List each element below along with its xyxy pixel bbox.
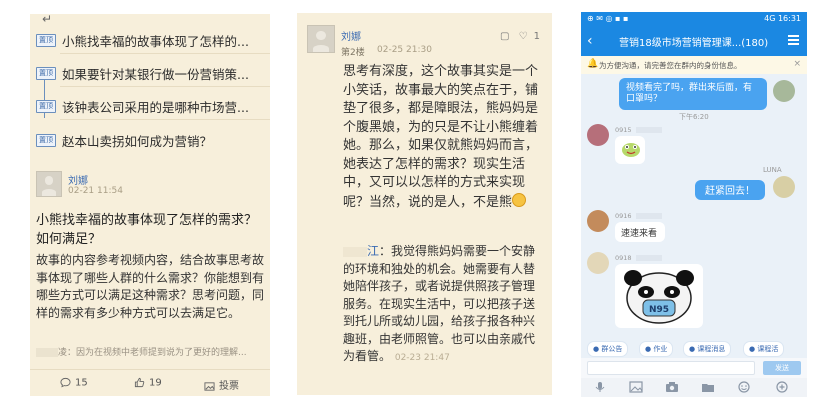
more-icon[interactable]	[775, 381, 789, 393]
topic-title[interactable]: 小熊找幸福的故事体现了怎样的...	[62, 31, 267, 50]
group-chat-screen: ⊕ ✉ ◎ ▪ ▪ 4G 16:31 ‹ 营销18级市场营销管理课...(180…	[581, 12, 807, 397]
divider	[60, 53, 270, 54]
course-message-chip[interactable]: ● 课程消息	[683, 341, 732, 357]
pinned-badge: 置顶	[36, 134, 56, 147]
announcement-chip[interactable]: ● 群公告	[587, 341, 629, 357]
chat-title: 营销18级市场营销管理课...(180)	[619, 38, 769, 49]
post-body: 故事的内容参考视频内容，结合故事思考故事体现了哪些人群的什么需求？你能想到有哪些…	[36, 253, 265, 320]
divider	[60, 86, 270, 87]
reply-actions: ▢ ♡ 1	[494, 31, 540, 42]
topic-item[interactable]: 置顶 该钟表公司采用的是哪种市场营...	[30, 90, 270, 120]
status-icons: ⊕ ✉ ◎ ▪ ▪	[587, 14, 629, 23]
avatar[interactable]	[587, 210, 609, 232]
reply-body: 思考有深度，这个故事其实是一个小笑话，故事最大的笑点在于，铺垫了很多，都是障眼法…	[343, 64, 539, 210]
topic-item[interactable]: 置顶 赵本山卖拐如何成为营销？	[30, 124, 270, 154]
pinned-badge: 置顶	[36, 100, 56, 113]
comment-icon[interactable]: ▢	[500, 31, 509, 42]
like-count: 1	[533, 31, 540, 42]
topic-item[interactable]: 置顶 小熊找幸福的故事体现了怎样的...	[30, 24, 270, 54]
camera-icon[interactable]	[665, 381, 679, 393]
sender-name: 0916	[615, 212, 662, 220]
redacted-name	[343, 246, 367, 257]
status-bar: ⊕ ✉ ◎ ▪ ▪ 4G 16:31	[581, 12, 807, 26]
vote-button[interactable]: 投票	[204, 377, 239, 392]
sticker-message[interactable]: N95	[615, 264, 703, 328]
image-icon	[204, 381, 215, 391]
reply-detail-panel: 刘娜 第2楼 02-25 21:30 ▢ ♡ 1 思考有深度，这个故事其实是一个小…	[297, 13, 552, 395]
author-name[interactable]: 刘娜	[68, 172, 88, 187]
post-title: 小熊找幸福的故事体现了怎样的需求？如何满足？	[36, 213, 258, 247]
pinned-badge: 置顶	[36, 34, 56, 47]
sender-name: 0915	[615, 126, 662, 134]
homework-chip[interactable]: ● 作业	[639, 341, 674, 357]
sender-name: 0918	[615, 254, 662, 262]
topic-title[interactable]: 该钟表公司采用的是哪种市场营...	[62, 97, 267, 116]
avatar[interactable]	[307, 25, 335, 53]
divider	[60, 119, 270, 120]
avatar[interactable]	[587, 124, 609, 146]
voice-icon[interactable]	[593, 381, 607, 393]
quoted-reply: 江：我觉得熊妈妈需要一个安静的环境和独处的机会。她需要有人替她陪伴孩子，或者说提…	[343, 243, 543, 368]
topic-title[interactable]: 赵本山卖拐如何成为营销？	[62, 131, 267, 150]
sticker-message[interactable]	[615, 136, 645, 164]
reply-preview[interactable]: 凌：因为在视频中老师提到说为了更好的理解...	[36, 345, 247, 358]
redacted-name	[36, 348, 58, 357]
panda-mask-sticker-icon: N95	[624, 270, 694, 324]
notice-text: 为方便沟通，请完善您在群内的身份信息。	[599, 61, 742, 70]
quoted-body: ：我觉得熊妈妈需要一个安静的环境和独处的机会。她需要有人替她陪伴孩子，或者说提供…	[343, 244, 536, 363]
menu-icon[interactable]	[788, 35, 799, 45]
message-bubble[interactable]: 赶紧回去！	[695, 180, 765, 200]
input-bar: 发送	[581, 358, 807, 378]
avatar[interactable]	[773, 176, 795, 198]
like-button[interactable]: ♡ 1	[519, 31, 540, 42]
quoted-author[interactable]: 江	[367, 244, 379, 258]
message-input[interactable]	[587, 361, 755, 375]
chat-header: ‹ 营销18级市场营销管理课...(180)	[581, 26, 807, 56]
post-time: 02-21 11:54	[68, 186, 123, 196]
like-button[interactable]: 19	[134, 377, 162, 389]
avatar[interactable]	[36, 171, 62, 197]
input-toolbar	[581, 378, 807, 397]
frog-sticker-icon	[622, 143, 640, 157]
avatar[interactable]	[773, 80, 795, 102]
quoted-time: 02-23 21:47	[394, 353, 450, 363]
topic-item[interactable]: 置顶 如果要针对某银行做一份营销策...	[30, 57, 270, 87]
image-icon[interactable]	[629, 381, 643, 393]
comment-icon	[60, 377, 71, 388]
avatar[interactable]	[587, 252, 609, 274]
group-notice[interactable]: 🔔 为方便沟通，请完善您在群内的身份信息。 ×	[581, 56, 807, 74]
pinned-badge: 置顶	[36, 67, 56, 80]
emoji-icon[interactable]	[737, 381, 751, 393]
message-bubble[interactable]: 速速来看	[615, 222, 665, 242]
post-actions: 15 19 投票	[30, 369, 270, 396]
mask-label: N95	[649, 305, 669, 315]
folder-icon[interactable]	[701, 381, 715, 393]
message-time: 下午6:20	[679, 113, 709, 121]
back-arrow-icon[interactable]: ‹	[587, 33, 593, 49]
sender-label: LUNA	[763, 166, 782, 174]
reply-time: 02-25 21:30	[377, 45, 432, 55]
close-icon[interactable]: ×	[793, 59, 801, 69]
course-activity-chip[interactable]: ● 课程活	[743, 341, 785, 357]
message-bubble[interactable]: 视频看完了吗，群出来后面，有口罩吗？	[619, 78, 767, 110]
topic-title[interactable]: 如果要针对某银行做一份营销策...	[62, 64, 267, 83]
send-button[interactable]: 发送	[763, 361, 801, 375]
thumbs-up-icon	[134, 377, 145, 388]
author-name[interactable]: 刘娜	[341, 28, 361, 43]
topic-list-panel: ↵ 置顶 小熊找幸福的故事体现了怎样的... 置顶 如果要针对某银行做一份营销策…	[30, 14, 270, 396]
status-clock: 4G 16:31	[764, 14, 801, 23]
smile-emoji-icon	[512, 192, 527, 207]
quick-actions-bar: ● 群公告 ● 作业 ● 课程消息 ● 课程活	[581, 336, 807, 358]
bell-icon: 🔔	[587, 59, 599, 69]
comment-button[interactable]: 15	[60, 377, 88, 389]
floor-number: 第2楼	[341, 48, 365, 58]
